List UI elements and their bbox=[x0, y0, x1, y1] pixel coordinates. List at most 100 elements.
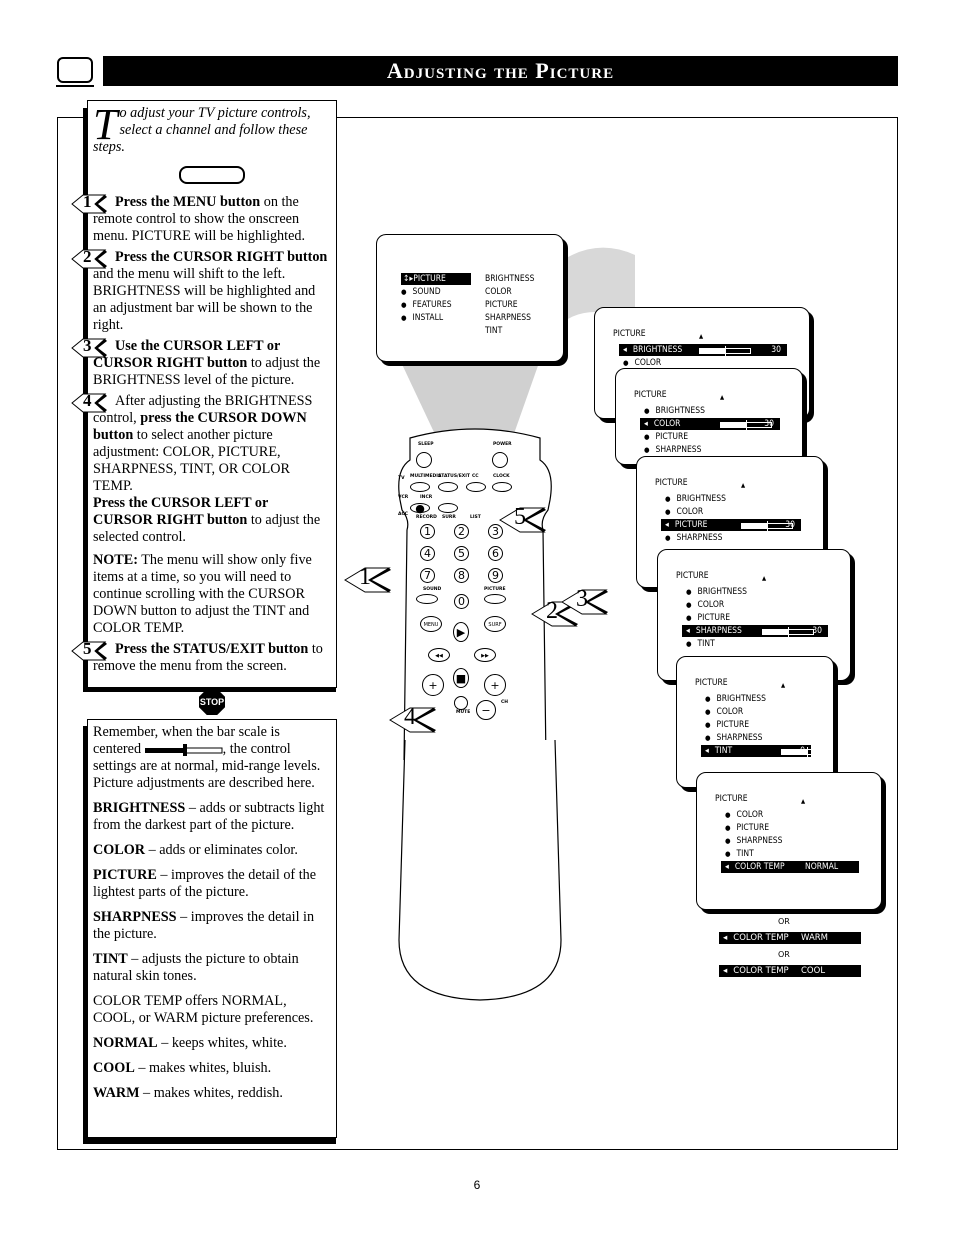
dropcap: T bbox=[93, 100, 118, 149]
remote-label-record: RECORD bbox=[416, 515, 437, 520]
sound-button[interactable] bbox=[416, 594, 438, 604]
definition-brightness: BRIGHTNESS – adds or subtracts light fro… bbox=[93, 800, 325, 833]
multimedia-button[interactable] bbox=[410, 482, 430, 492]
digit-button-0[interactable]: 0 bbox=[454, 594, 469, 609]
vol-up-button[interactable]: + bbox=[422, 674, 444, 696]
menu-item-brightness[interactable]: BRIGHTNESS bbox=[644, 405, 705, 417]
screen-heading: PICTURE bbox=[655, 478, 688, 488]
incr-button[interactable] bbox=[438, 503, 458, 513]
or-label: OR bbox=[778, 950, 790, 959]
vcr-button[interactable]: ● bbox=[410, 503, 430, 514]
menu-item-picture[interactable]: PICTURE bbox=[686, 612, 731, 624]
step-number-badge: 3 bbox=[71, 337, 107, 358]
ch-up-button[interactable]: + bbox=[484, 674, 506, 696]
menu-item-sharpness[interactable]: SHARPNESS bbox=[665, 532, 723, 544]
main-menu-item[interactable]: SOUND bbox=[401, 286, 441, 298]
definitions-box: Remember, when the bar scale is centered… bbox=[87, 719, 337, 1138]
menu-item-sharpness[interactable]: SHARPNESS30 bbox=[682, 625, 828, 637]
menu-item-picture[interactable]: PICTURE30 bbox=[661, 519, 801, 531]
scroll-up-icon bbox=[720, 391, 724, 403]
status-exit-button[interactable] bbox=[438, 482, 458, 492]
intro-text: To adjust your TV picture controls, sele… bbox=[93, 100, 331, 156]
step-4: 4 After adjusting the BRIGHTNESS control,… bbox=[71, 392, 331, 546]
digit-button-1[interactable]: 1 bbox=[420, 524, 435, 539]
callout-step-5: 5 bbox=[498, 504, 546, 534]
submenu-item: BRIGHTNESS bbox=[485, 274, 535, 284]
digit-button-5[interactable]: 5 bbox=[454, 546, 469, 561]
play-button[interactable]: ▶ bbox=[453, 622, 469, 642]
adjustment-value: 30 bbox=[764, 419, 774, 429]
remote-label-picture: PICTURE bbox=[484, 587, 506, 592]
page-number: 6 bbox=[473, 1178, 481, 1192]
menu-item-sharpness[interactable]: SHARPNESS bbox=[725, 835, 783, 847]
menu-item-brightness[interactable]: BRIGHTNESS bbox=[705, 693, 766, 705]
color-temp-option-warm[interactable]: COLOR TEMPWARM bbox=[719, 932, 861, 944]
definition-tint: TINT – adjusts the picture to obtain nat… bbox=[93, 951, 299, 984]
menu-item-color[interactable]: COLOR30 bbox=[640, 418, 780, 430]
callout-step-4: 4 bbox=[388, 704, 436, 734]
step-number-badge: 2 bbox=[71, 248, 107, 269]
menu-item-sharpness[interactable]: SHARPNESS bbox=[644, 444, 702, 456]
menu-item-color[interactable]: COLOR bbox=[686, 599, 725, 611]
instructions-box: To adjust your TV picture controls, sele… bbox=[71, 100, 337, 715]
digit-button-8[interactable]: 8 bbox=[454, 568, 469, 583]
menu-item-color-temp[interactable]: COLOR TEMPNORMAL bbox=[721, 861, 859, 873]
digit-button-7[interactable]: 7 bbox=[420, 568, 435, 583]
menu-item-brightness[interactable]: BRIGHTNESS30 bbox=[619, 344, 787, 356]
cc-button[interactable] bbox=[466, 482, 486, 492]
remote-label-power: POWER bbox=[493, 442, 512, 447]
step-2: 2 Press the CURSOR RIGHT button and the m… bbox=[71, 248, 331, 334]
tv-icon bbox=[56, 57, 94, 87]
menu-item-tint[interactable]: TINT bbox=[725, 848, 754, 860]
adjustment-bar[interactable] bbox=[781, 747, 833, 757]
submenu-item: PICTURE bbox=[485, 300, 518, 310]
main-menu-item[interactable]: INSTALL bbox=[401, 312, 444, 324]
digit-button-4[interactable]: 4 bbox=[420, 546, 435, 561]
menu-item-picture[interactable]: PICTURE bbox=[644, 431, 689, 443]
digit-button-6[interactable]: 6 bbox=[488, 546, 503, 561]
main-menu-item[interactable]: FEATURES bbox=[401, 299, 452, 311]
remote-label-clock: CLOCK bbox=[493, 474, 510, 479]
power-button[interactable] bbox=[492, 452, 508, 468]
ffwd-button[interactable]: ▶▶ bbox=[474, 648, 496, 662]
digit-button-2[interactable]: 2 bbox=[454, 524, 469, 539]
mute-button[interactable] bbox=[454, 696, 468, 710]
picture-menu-screen: PICTUREBRIGHTNESSCOLOR30PICTURESHARPNESS bbox=[615, 368, 803, 465]
color-temp-option-cool[interactable]: COLOR TEMPCOOL bbox=[719, 965, 861, 977]
screen-heading: PICTURE bbox=[613, 329, 646, 339]
submenu-item: TINT bbox=[485, 326, 503, 336]
menu-item-tint[interactable]: TINT bbox=[686, 638, 715, 650]
screen-heading: PICTURE bbox=[715, 794, 748, 804]
menu-item-color[interactable]: COLOR bbox=[725, 809, 764, 821]
definitions-intro: Remember, when the bar scale is centered… bbox=[93, 724, 331, 792]
page-title: Adjusting the Picture bbox=[103, 56, 898, 86]
remote-lower-body bbox=[398, 740, 562, 1001]
screen-heading: PICTURE bbox=[695, 678, 728, 688]
sleep-button[interactable] bbox=[416, 452, 432, 468]
digit-button-9[interactable]: 9 bbox=[488, 568, 503, 583]
surf-button[interactable]: SURF bbox=[484, 616, 506, 632]
definition-color: COLOR – adds or eliminates color. bbox=[93, 842, 298, 858]
menu-item-color[interactable]: COLOR bbox=[705, 706, 744, 718]
menu-item-tint[interactable]: TINT0 bbox=[701, 745, 833, 757]
adjustment-value: 30 bbox=[785, 520, 795, 530]
color-temp-normal: NORMAL – keeps whites, white. bbox=[93, 1035, 287, 1051]
stop-button[interactable]: ■ bbox=[453, 668, 469, 688]
menu-item-brightness[interactable]: BRIGHTNESS bbox=[665, 493, 726, 505]
main-menu-item[interactable]: ↕▸PICTURE bbox=[401, 273, 471, 285]
callout-step-1: 1 bbox=[343, 564, 391, 594]
submenu-item: COLOR bbox=[485, 287, 512, 297]
ch-down-button[interactable]: − bbox=[476, 700, 496, 720]
menu-button[interactable]: MENU bbox=[420, 616, 442, 632]
picture-button[interactable] bbox=[484, 594, 506, 604]
adjustment-bar[interactable] bbox=[699, 346, 751, 356]
menu-item-picture[interactable]: PICTURE bbox=[725, 822, 770, 834]
color-temp-value: NORMAL bbox=[805, 862, 839, 872]
menu-item-sharpness[interactable]: SHARPNESS bbox=[705, 732, 763, 744]
menu-item-color[interactable]: COLOR bbox=[665, 506, 704, 518]
menu-item-picture[interactable]: PICTURE bbox=[705, 719, 750, 731]
clock-button[interactable] bbox=[492, 482, 512, 492]
menu-item-brightness[interactable]: BRIGHTNESS bbox=[686, 586, 747, 598]
rewind-button[interactable]: ◀◀ bbox=[428, 648, 450, 662]
adjustment-bar[interactable] bbox=[762, 627, 814, 637]
